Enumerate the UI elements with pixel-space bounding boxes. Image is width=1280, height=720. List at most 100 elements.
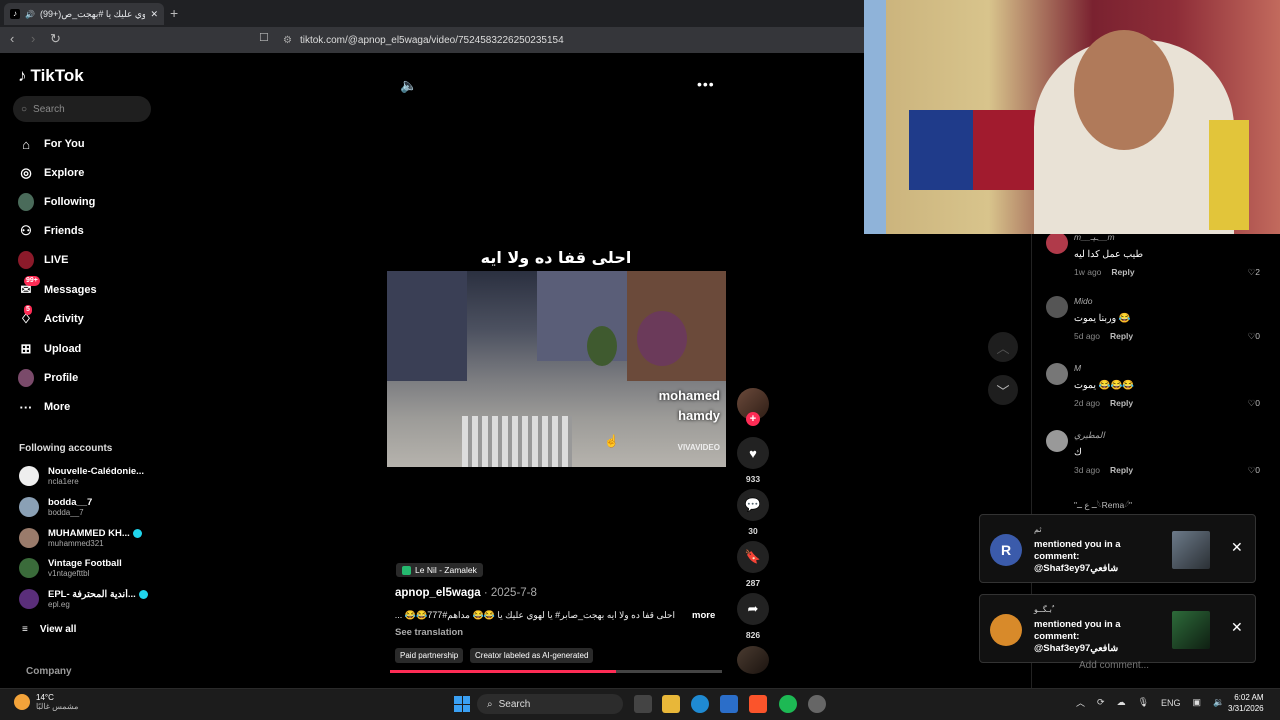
volume-icon[interactable]: 🔈 (400, 77, 417, 94)
weather-widget[interactable]: 14°C مشمس غالبًا (14, 693, 78, 711)
comment-button[interactable]: 💬 30 (737, 489, 769, 536)
reload-icon[interactable]: ↻ (50, 31, 61, 47)
comment-time: 5d ago (1074, 331, 1100, 341)
reply-button[interactable]: Reply (1110, 398, 1133, 408)
cloud-icon[interactable]: ☁ (1117, 697, 1126, 708)
sidebar-item-activity[interactable]: ♢ 5 Activity (18, 305, 84, 329)
mention-notification[interactable]: R ثم mentioned you in a comment: @Shaf3e… (979, 514, 1256, 583)
sidebar-item-profile[interactable]: Profile (18, 368, 78, 388)
sidebar-item-for-you[interactable]: ⌂ For You (18, 134, 84, 154)
taskbar-search[interactable]: ⌕ Search (477, 694, 623, 714)
account-username: muhammed321 (48, 539, 104, 548)
add-comment-input[interactable]: Add comment... (1079, 660, 1149, 671)
save-count: 287 (745, 578, 761, 588)
reply-button[interactable]: Reply (1110, 331, 1133, 341)
sidebar-item-explore[interactable]: ◎ Explore (18, 163, 84, 183)
app-icon[interactable] (808, 695, 826, 713)
list-icon: ≡ (22, 624, 28, 635)
following-account[interactable]: bodda__7 bodda__7 (19, 497, 92, 517)
volume-icon[interactable]: 🔉 (1213, 697, 1224, 708)
reply-button[interactable]: Reply (1110, 465, 1133, 475)
flag-left (864, 0, 886, 234)
video-player[interactable]: mohamed hamdy VIVAVIDEO (387, 271, 726, 467)
search-input[interactable]: ○ Search (13, 96, 151, 122)
view-all-link[interactable]: ≡ View all (22, 624, 76, 635)
following-account[interactable]: EPL- أندية المحترفة... epl.eg (19, 589, 148, 609)
paid-partnership-tag[interactable]: Paid partnership (395, 648, 464, 663)
windows-start-icon[interactable] (454, 696, 470, 712)
mic-icon[interactable]: 🎙 (1138, 697, 1149, 708)
sidebar-item-upload[interactable]: ⊞ Upload (18, 339, 82, 359)
like-button[interactable]: ♥ 933 (737, 437, 769, 484)
comment-user[interactable]: M (1074, 363, 1081, 373)
follow-plus-icon[interactable]: + (746, 412, 760, 426)
ai-generated-tag[interactable]: Creator labeled as AI-generated (470, 648, 594, 663)
sidebar-item-following[interactable]: Following (18, 192, 95, 212)
video-caption: احلى قفا ده ولا ايه بهجت_صابر# يا لهوي ع… (395, 610, 675, 620)
store-icon[interactable] (720, 695, 738, 713)
sidebar-item-more[interactable]: ··· More (18, 397, 71, 417)
account-name: Nouvelle-Calédonie... (48, 466, 145, 477)
back-icon[interactable]: ‹ (10, 31, 14, 46)
previous-video-button[interactable]: ︿ (988, 332, 1018, 362)
edge-icon[interactable] (691, 695, 709, 713)
browser-tab[interactable]: ♪ 🔊 (99+)يا لهوي عليك يا #بهجت_ص... ✕ (4, 3, 164, 25)
brave-icon[interactable] (749, 695, 767, 713)
mention-notification[interactable]: بـگــو ٌ mentioned you in a comment: @Sh… (979, 594, 1256, 663)
following-account[interactable]: MUHAMMED KH... muhammed321 (19, 528, 142, 548)
comment-like-button[interactable]: ♡0 (1248, 465, 1260, 476)
author-username[interactable]: apnop_el5waga (395, 587, 481, 599)
save-button[interactable]: 🔖 287 (737, 541, 769, 588)
avatar (1046, 232, 1068, 254)
speaker-icon[interactable]: 🔊 (25, 10, 35, 19)
comment-like-button[interactable]: ♡2 (1248, 267, 1260, 278)
sidebar-item-live[interactable]: LIVE (18, 250, 68, 270)
close-icon[interactable]: ✕ (1231, 539, 1243, 556)
music-disc-icon[interactable] (737, 646, 769, 674)
more-options-icon[interactable]: ••• (697, 76, 715, 92)
search-icon: ⌕ (487, 698, 493, 710)
sync-icon[interactable]: ⟳ (1097, 697, 1105, 708)
comment-like-button[interactable]: ♡0 (1248, 331, 1260, 342)
following-account[interactable]: Vintage Football v1ntagefttbl (19, 558, 122, 578)
reply-button[interactable]: Reply (1111, 267, 1134, 277)
url-field[interactable]: ⚙ tiktok.com/@apnop_el5waga/video/752458… (283, 31, 853, 49)
comment-text: ك (1074, 447, 1082, 458)
close-tab-icon[interactable]: ✕ (150, 9, 158, 20)
nav-label: More (44, 401, 71, 413)
caption-more-button[interactable]: more (692, 610, 715, 621)
share-button[interactable]: ➦ 826 (737, 593, 769, 640)
company-link[interactable]: Company (26, 666, 72, 677)
close-icon[interactable]: ✕ (1231, 619, 1243, 636)
tiktok-logo[interactable]: ♪ TikTok (18, 66, 84, 86)
comment-user[interactable]: Mido (1074, 296, 1092, 306)
task-view-icon[interactable] (634, 695, 652, 713)
account-name: MUHAMMED KH... (48, 528, 130, 539)
following-account[interactable]: Nouvelle-Calédonie... ncla1ere (19, 466, 144, 486)
language-indicator[interactable]: ENG (1161, 698, 1181, 708)
clock[interactable]: 6:02 AM 3/31/2026 (1228, 692, 1264, 714)
bookmark-icon[interactable]: ☐ (259, 31, 269, 44)
site-info-icon[interactable]: ⚙ (283, 35, 292, 46)
comment-user[interactable]: المطيري (1074, 430, 1105, 441)
new-tab-button[interactable]: + (170, 5, 178, 21)
spotify-icon[interactable] (779, 695, 797, 713)
next-video-button[interactable]: ﹀ (988, 375, 1018, 405)
following-avatar-icon (18, 193, 34, 211)
network-icon[interactable]: ▣ (1193, 697, 1202, 708)
watermark-brand: VIVAVIDEO (677, 443, 720, 452)
friends-icon: ⚇ (20, 223, 32, 238)
view-all-label: View all (39, 624, 77, 635)
poster-right (1209, 120, 1249, 230)
see-translation-link[interactable]: See translation (395, 627, 463, 638)
sidebar-item-messages[interactable]: ✉ 99+ Messages (18, 276, 97, 300)
file-explorer-icon[interactable] (662, 695, 680, 713)
sidebar-item-friends[interactable]: ⚇ Friends (18, 221, 84, 241)
comment-like-count: 0 (1255, 331, 1260, 341)
clock-date: 3/31/2026 (1228, 704, 1264, 713)
chevron-up-icon[interactable]: ︿ (1076, 696, 1085, 709)
forward-icon[interactable]: › (31, 31, 35, 46)
comment-like-button[interactable]: ♡0 (1248, 398, 1260, 409)
location-tag[interactable]: Le Nil - Zamalek (396, 563, 483, 577)
nav-label: Following (44, 196, 96, 208)
